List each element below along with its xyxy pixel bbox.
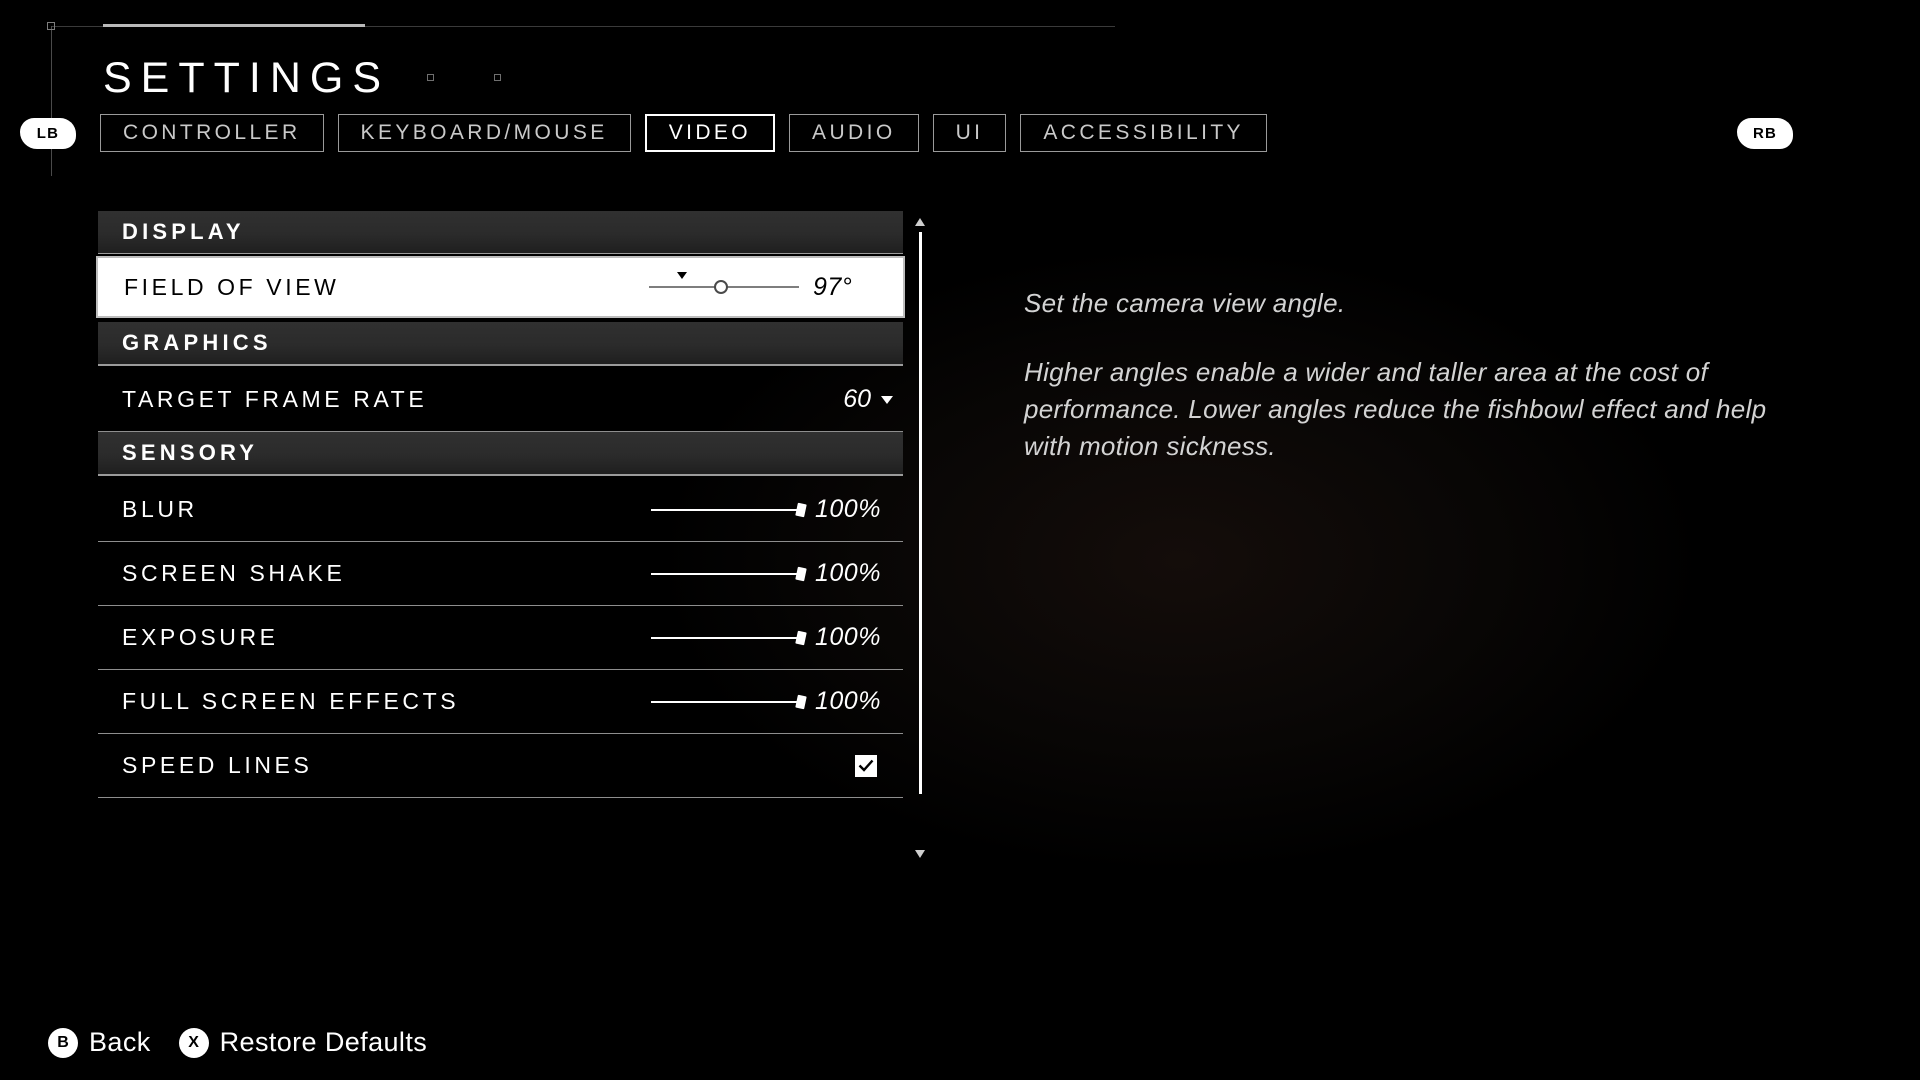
setting-value: 100% [815,559,881,587]
scroll-down-arrow-icon[interactable] [915,850,925,858]
section-header-label: GRAPHICS [122,330,272,355]
setting-slider[interactable] [651,685,807,719]
bumper-left-indicator[interactable]: LB [20,118,76,149]
setting-row[interactable]: FULL SCREEN EFFECTS 100% [98,670,903,734]
slider-handle[interactable] [795,694,807,709]
setting-dropdown[interactable]: 60 [843,385,901,414]
setting-slider[interactable] [651,621,807,655]
setting-row[interactable]: TARGET FRAME RATE 60 [98,368,903,432]
setting-value: 100% [815,687,881,715]
setting-label: SCREEN SHAKE [122,560,346,586]
setting-control: 100% [651,542,903,605]
title-decoration-dot [427,74,434,81]
tab-video[interactable]: VIDEO [644,114,776,152]
bumper-right-indicator[interactable]: RB [1737,118,1793,149]
setting-label: TARGET FRAME RATE [122,386,428,412]
setting-label: FIELD OF VIEW [124,273,340,300]
slider-handle[interactable] [795,502,807,517]
section-header-label: SENSORY [122,440,259,465]
setting-value: 100% [815,495,881,523]
setting-value: 100% [815,623,881,651]
button-glyph-b-icon: B [48,1027,78,1058]
section-header-sensory: SENSORY [98,432,903,476]
prompt-restore-defaults[interactable]: X Restore Defaults [178,1027,428,1058]
section-header-graphics: GRAPHICS [98,322,903,366]
settings-list: DISPLAY FIELD OF VIEW 97° GRAPHICS TARGET FR… [94,211,907,798]
description-paragraph: Set the camera view angle. [1024,288,1346,318]
title-decoration-dot [494,74,501,81]
tab-keyboard-mouse[interactable]: KEYBOARD/MOUSE [337,114,631,152]
setting-control: 97° [649,260,901,314]
chevron-down-icon[interactable] [881,395,893,404]
scroll-up-arrow-icon[interactable] [915,218,925,226]
tab-audio[interactable]: AUDIO [789,114,919,152]
setting-row[interactable]: FIELD OF VIEW 97° [94,254,907,320]
slider-handle[interactable] [795,630,807,645]
footer-prompt-bar: B Back X Restore Defaults [48,1027,427,1058]
slider-track [651,700,801,703]
prompt-label: Restore Defaults [219,1027,428,1057]
header-decoration-vertical-line [51,26,52,176]
setting-row[interactable]: BLUR 100% [98,478,903,542]
button-glyph-x-icon: X [178,1027,209,1058]
setting-control: 100% [651,478,903,541]
tab-ui[interactable]: UI [932,114,1007,152]
section-header-display: DISPLAY [98,211,903,255]
setting-value: 97° [813,272,853,301]
slider-track [651,636,801,639]
setting-checkbox[interactable] [855,754,877,777]
prompt-back[interactable]: B Back [48,1027,151,1058]
checkmark-icon [858,759,874,772]
section-header-label: DISPLAY [122,219,245,244]
slider-handle[interactable] [714,280,728,294]
setting-label: FULL SCREEN EFFECTS [122,688,460,714]
tab-accessibility[interactable]: ACCESSIBILITY [1020,114,1267,152]
tab-controller[interactable]: CONTROLLER [100,114,324,152]
setting-description-panel: Set the camera view angle. Higher angles … [1024,285,1814,465]
setting-label: BLUR [122,496,198,522]
setting-row[interactable]: SCREEN SHAKE 100% [98,542,903,606]
scrollbar-thumb[interactable] [919,232,922,794]
setting-label: SPEED LINES [122,752,313,778]
setting-control: 100% [651,670,903,733]
slider-track [651,508,801,511]
setting-slider[interactable] [651,493,807,527]
header-decoration-line-bright [103,24,365,27]
setting-row[interactable]: SPEED LINES [98,734,903,798]
slider-handle[interactable] [795,566,807,581]
setting-control: 60 [843,368,903,431]
setting-control [855,734,903,797]
setting-control: 100% [651,606,903,669]
dropdown-value: 60 [843,385,871,413]
slider-track [651,572,801,575]
header-decoration-square [47,22,55,30]
setting-row[interactable]: EXPOSURE 100% [98,606,903,670]
slider-default-marker-icon [677,272,687,279]
settings-tab-bar: CONTROLLER KEYBOARD/MOUSE VIDEO AUDIO UI ACCE… [100,114,1267,152]
setting-slider[interactable] [651,557,807,591]
page-title: SETTINGS [103,54,391,102]
setting-slider[interactable] [649,270,799,304]
setting-label: EXPOSURE [122,624,279,650]
prompt-label: Back [89,1027,151,1057]
settings-scrollbar[interactable] [915,218,925,858]
description-paragraph: Higher angles enable a wider and taller … [1024,356,1767,461]
